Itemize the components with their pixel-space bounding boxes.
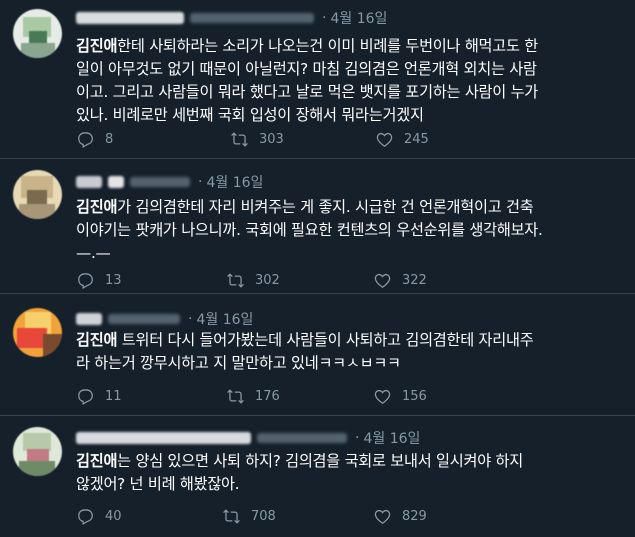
reply-count: 13	[105, 272, 122, 288]
avatar[interactable]	[13, 9, 62, 58]
tweet-text: 김진애 트위터 다시 들어가봤는데 사람들이 사퇴하고 김의겸한테 자리내주 라…	[76, 329, 632, 375]
tweet-line: 있나. 비례로만 세번째 국회 입성이 장해서 뭐라는거겠지	[76, 106, 424, 124]
tweet-line: 라 하는거 깡무시하고 지 말만하고 있네ㅋㅋㅅㅂㅋㅋ	[76, 354, 401, 372]
reply-icon	[78, 508, 93, 525]
retweet-icon	[227, 388, 244, 404]
tweet-date[interactable]: 4월 16일	[363, 428, 420, 448]
tweet-text: 김진애는 양심 있으면 사퇴 하지? 김의겸을 국회로 보내서 일시켜야 하지 …	[76, 450, 632, 496]
retweet-button[interactable]: 302	[226, 271, 280, 290]
tweet[interactable]: · 4월 16일 김진애한테 사퇴하라는 소리가 나오는건 이미 비례를 두번이…	[0, 0, 635, 159]
handle-redacted[interactable]	[190, 13, 314, 23]
like-button[interactable]: 156	[373, 387, 427, 406]
separator-dot: ·	[188, 311, 193, 327]
reply-icon	[78, 388, 93, 405]
tweet-date[interactable]: 4월 16일	[330, 8, 387, 28]
like-icon	[374, 273, 391, 288]
reply-button[interactable]: 11	[76, 387, 122, 406]
display-name-redacted[interactable]	[76, 432, 251, 444]
like-icon	[376, 132, 393, 147]
highlighted-name: 김진애	[76, 37, 118, 55]
like-count: 829	[402, 508, 427, 524]
tweet-text: 김진애한테 사퇴하라는 소리가 나오는건 이미 비례를 두번이나 해먹고도 한 …	[76, 35, 632, 127]
like-icon	[374, 509, 391, 524]
tweet-line: 일이 아무것도 없기 때문이 아닐런지? 마침 김의겸은 언론개혁 외치는 사람	[76, 60, 537, 78]
retweet-button[interactable]: 708	[222, 507, 276, 526]
avatar[interactable]	[13, 308, 62, 357]
reply-count: 11	[105, 388, 122, 404]
retweet-count: 302	[255, 272, 280, 288]
like-count: 245	[404, 131, 429, 147]
retweet-button[interactable]: 176	[226, 387, 280, 406]
separator-dot: ·	[198, 174, 203, 190]
tweet-header: · 4월 16일	[76, 428, 420, 448]
tweet-line: 한테 사퇴하라는 소리가 나오는건 이미 비례를 두번이나 해먹고도 한	[117, 37, 539, 55]
like-count: 322	[402, 272, 427, 288]
reply-button[interactable]: 13	[76, 271, 122, 290]
reply-count: 8	[105, 131, 114, 147]
tweet-date[interactable]: 4월 16일	[206, 172, 263, 192]
tweet-line: 이고. 그리고 사람들이 뭐라 했다고 날로 먹은 뱃지를 포기하는 사람이 누…	[76, 83, 539, 101]
like-button[interactable]: 829	[373, 507, 427, 526]
reply-button[interactable]: 40	[76, 507, 122, 526]
like-button[interactable]: 245	[375, 130, 429, 149]
display-name-redacted[interactable]	[76, 176, 102, 188]
retweet-count: 708	[251, 508, 276, 524]
retweet-icon	[231, 131, 248, 147]
handle-redacted[interactable]	[257, 433, 347, 443]
tweet-line: —.—	[76, 244, 111, 262]
display-name-redacted[interactable]	[76, 12, 184, 24]
tweet-header: · 4월 16일	[76, 309, 253, 329]
reply-count: 40	[105, 508, 122, 524]
avatar[interactable]	[13, 170, 62, 219]
tweet[interactable]: · 4월 16일 김진애가 김의겸한테 자리 비켜주는 게 좋지. 시급한 건 …	[0, 159, 635, 294]
tweet-header: · 4월 16일	[76, 8, 387, 28]
retweet-count: 303	[259, 131, 284, 147]
separator-dot: ·	[322, 10, 327, 26]
highlighted-name: 김진애	[76, 331, 118, 349]
tweet-line: 이야기는 팟캐가 나으니까. 국회에 필요한 컨텐츠의 우선순위를 생각해보자.	[76, 221, 543, 239]
flag-emoji-redacted	[108, 176, 124, 188]
handle-redacted[interactable]	[108, 314, 180, 324]
reply-icon	[78, 131, 93, 148]
tweet-date[interactable]: 4월 16일	[196, 309, 253, 329]
tweet[interactable]: · 4월 16일 김진애는 양심 있으면 사퇴 하지? 김의겸을 국회로 보내서…	[0, 416, 635, 537]
retweet-count: 176	[255, 388, 280, 404]
avatar[interactable]	[13, 427, 62, 476]
handle-redacted[interactable]	[130, 177, 190, 187]
like-icon	[374, 389, 391, 404]
like-count: 156	[402, 388, 427, 404]
tweet-feed: · 4월 16일 김진애한테 사퇴하라는 소리가 나오는건 이미 비례를 두번이…	[0, 0, 635, 537]
tweet-line: 트위터 다시 들어가봤는데 사람들이 사퇴하고 김의겸한테 자리내주	[117, 331, 534, 349]
tweet-line: 가 김의겸한테 자리 비켜주는 게 좋지. 시급한 건 언론개혁이고 건축	[117, 198, 534, 216]
display-name-redacted[interactable]	[76, 313, 102, 325]
tweet[interactable]: · 4월 16일 김진애 트위터 다시 들어가봤는데 사람들이 사퇴하고 김의겸…	[0, 294, 635, 416]
retweet-icon	[223, 508, 240, 524]
tweet-line: 는 양심 있으면 사퇴 하지? 김의겸을 국회로 보내서 일시켜야 하지	[117, 452, 523, 470]
tweet-text: 김진애가 김의겸한테 자리 비켜주는 게 좋지. 시급한 건 언론개혁이고 건축…	[76, 196, 632, 265]
reply-icon	[78, 272, 93, 289]
like-button[interactable]: 322	[373, 271, 427, 290]
highlighted-name: 김진애	[76, 452, 118, 470]
separator-dot: ·	[355, 430, 360, 446]
tweet-header: · 4월 16일	[76, 172, 263, 192]
retweet-button[interactable]: 303	[230, 130, 284, 149]
highlighted-name: 김진애	[76, 198, 118, 216]
tweet-line: 않겠어? 넌 비례 해봤잖아.	[76, 475, 240, 493]
retweet-icon	[227, 272, 244, 288]
reply-button[interactable]: 8	[76, 130, 113, 149]
